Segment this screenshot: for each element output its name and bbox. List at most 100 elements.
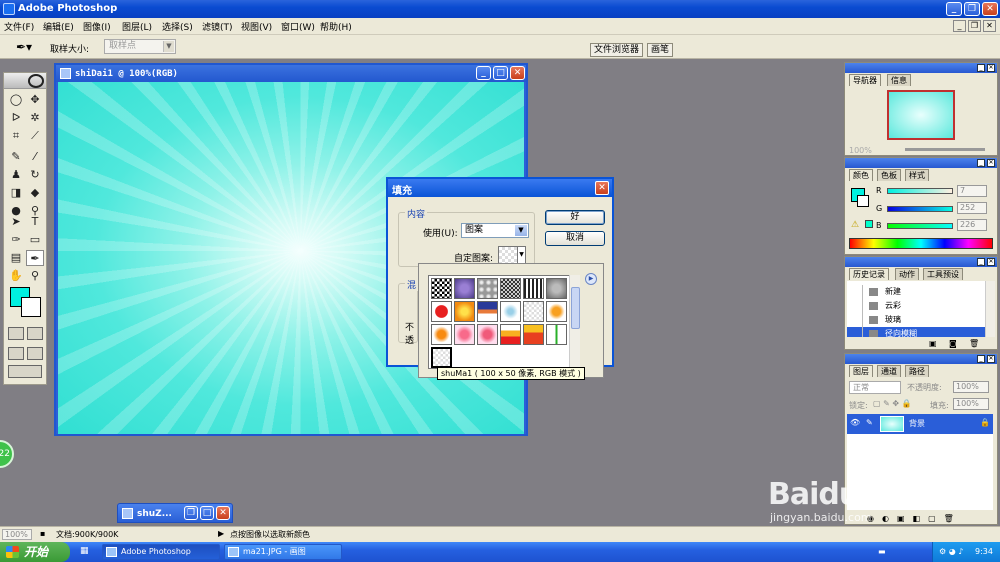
minimized-maximize-button[interactable]: □ [200, 506, 214, 520]
quicklaunch-icon[interactable]: ▦ [80, 546, 89, 556]
rectangle-tool-icon[interactable]: ▭ [26, 232, 44, 248]
slice-tool-icon[interactable]: ⟋ [26, 128, 44, 144]
blend-mode-select[interactable]: 正常 [849, 381, 901, 394]
pattern-swatch[interactable] [546, 301, 567, 322]
pattern-swatch[interactable] [500, 301, 521, 322]
menu-view[interactable]: 视图(V) [241, 20, 272, 33]
tab-navigator[interactable]: 导航器 [849, 74, 881, 86]
status-doc-info[interactable]: 文档:900K/900K [56, 529, 118, 540]
history-item[interactable]: 云彩 [847, 299, 993, 313]
pattern-swatch[interactable] [500, 278, 521, 299]
palette-minimize-icon[interactable]: _ [977, 258, 985, 266]
warning-icon[interactable]: ⚠ [851, 220, 859, 230]
pattern-swatch-selected[interactable] [431, 347, 452, 368]
stamp-tool-icon[interactable]: ♟ [7, 167, 25, 183]
pen-tool-icon[interactable]: ✑ [7, 232, 25, 248]
type-tool-icon[interactable]: T [26, 214, 44, 230]
menu-image[interactable]: 图像(I) [83, 20, 111, 33]
eyedropper-icon[interactable]: ✒▾ [16, 40, 32, 54]
restore-app-button[interactable]: ❐ [964, 2, 980, 16]
pattern-swatch[interactable] [431, 324, 452, 345]
tab-channels[interactable]: 通道 [877, 365, 901, 377]
pattern-menu-arrow-icon[interactable]: ▶ [585, 273, 597, 285]
palette-minimize-icon[interactable]: _ [977, 159, 985, 167]
layer-action-icons[interactable]: ◉◐▣◧▢🗑 [867, 514, 962, 523]
menu-file[interactable]: 文件(F) [4, 20, 34, 33]
pattern-swatch[interactable] [454, 324, 475, 345]
paint-bucket-tool-icon[interactable]: ◆ [26, 185, 44, 201]
document-maximize-button[interactable]: □ [493, 66, 508, 80]
ok-button[interactable]: 好 [545, 210, 605, 225]
pattern-swatch[interactable] [477, 301, 498, 322]
menu-filter[interactable]: 滤镜(T) [202, 20, 233, 33]
status-arrow-icon[interactable]: ▶ [218, 529, 224, 538]
eraser-tool-icon[interactable]: ◨ [7, 185, 25, 201]
fill-dialog-titlebar[interactable]: 填充 ✕ [388, 179, 612, 197]
tab-history[interactable]: 历史记录 [849, 268, 889, 280]
marquee-tool-icon[interactable]: ◯ [7, 92, 25, 108]
history-brush-tool-icon[interactable]: ↻ [26, 167, 44, 183]
menu-edit[interactable]: 编辑(E) [43, 20, 74, 33]
snapshot-icon[interactable]: ▣ [929, 339, 937, 348]
quick-mask-mode-icon[interactable] [27, 327, 43, 340]
lock-icons[interactable]: ▢ ✎ ✥ 🔒 [873, 399, 912, 408]
standard-mode-icon[interactable] [8, 327, 24, 340]
minimized-close-button[interactable]: ✕ [216, 506, 230, 520]
crop-tool-icon[interactable]: ⌗ [7, 128, 25, 144]
camera-icon[interactable]: ◙ [949, 339, 957, 348]
taskbar-keyboard-icon[interactable]: ▬ [878, 547, 886, 556]
pattern-swatch[interactable] [431, 301, 452, 322]
pattern-swatch[interactable] [454, 301, 475, 322]
history-scrollbar[interactable] [985, 281, 995, 337]
color-bg-swatch[interactable] [857, 195, 869, 207]
history-item-selected[interactable]: 径向模糊 [847, 327, 993, 337]
layer-row-background[interactable]: 👁 ✎ 背景 🔒 [847, 414, 993, 434]
taskbar-item-paint[interactable]: ma21.JPG - 画图 [224, 544, 342, 560]
pattern-swatch[interactable] [523, 324, 544, 345]
channel-b-value[interactable]: 226 [957, 219, 987, 231]
start-button[interactable]: 开始 [0, 542, 70, 562]
channel-r-value[interactable]: 7 [957, 185, 987, 197]
pattern-scrollbar[interactable] [569, 275, 580, 369]
lasso-tool-icon[interactable]: ᐅ [7, 110, 25, 126]
channel-g-value[interactable]: 252 [957, 202, 987, 214]
tab-tool-presets[interactable]: 工具预设 [923, 268, 963, 280]
brush-icon[interactable]: ✎ [866, 418, 873, 427]
pattern-swatch[interactable] [431, 278, 452, 299]
jump-to-imageready-icon[interactable] [8, 365, 42, 378]
tab-styles[interactable]: 样式 [905, 169, 929, 181]
menu-window[interactable]: 窗口(W) [281, 20, 315, 33]
doc-minimize-button[interactable]: _ [953, 20, 966, 32]
background-color-swatch[interactable] [21, 297, 41, 317]
cancel-button[interactable]: 取消 [545, 231, 605, 246]
opacity-value[interactable]: 100% [953, 381, 989, 393]
pattern-swatch[interactable] [523, 278, 544, 299]
tab-swatches[interactable]: 色板 [877, 169, 901, 181]
navigator-zoom-slider[interactable] [905, 148, 985, 151]
pattern-swatch[interactable] [477, 278, 498, 299]
menu-layer[interactable]: 图层(L) [122, 20, 152, 33]
palette-minimize-icon[interactable]: _ [977, 355, 985, 363]
palette-close-icon[interactable]: ✕ [987, 159, 995, 167]
pattern-swatch[interactable] [454, 278, 475, 299]
tab-color[interactable]: 颜色 [849, 169, 873, 181]
path-selection-tool-icon[interactable]: ➤ [7, 214, 25, 230]
healing-brush-tool-icon[interactable]: ✎ [7, 149, 25, 165]
sample-size-select[interactable]: 取样点 ▼ [104, 39, 176, 54]
hand-tool-icon[interactable]: ✋ [7, 268, 25, 284]
tab-info[interactable]: 信息 [887, 74, 911, 86]
file-browser-tab[interactable]: 文件浏览器 [590, 43, 644, 57]
tab-paths[interactable]: 路径 [905, 365, 929, 377]
pattern-scrollbar-thumb[interactable] [571, 287, 580, 329]
color-spectrum-bar[interactable] [849, 238, 993, 249]
custom-pattern-preview[interactable]: ▼ [498, 246, 526, 264]
document-titlebar[interactable]: shiDai1 @ 100%(RGB) _ □ ✕ [56, 65, 526, 82]
close-app-button[interactable]: ✕ [982, 2, 998, 16]
palette-minimize-icon[interactable]: _ [977, 64, 985, 72]
pattern-swatch[interactable] [546, 324, 567, 345]
history-item[interactable]: 玻璃 [847, 313, 993, 327]
channel-g-slider[interactable] [887, 206, 953, 212]
palette-close-icon[interactable]: ✕ [987, 258, 995, 266]
channel-r-slider[interactable] [887, 188, 953, 194]
tab-layers[interactable]: 图层 [849, 365, 873, 377]
